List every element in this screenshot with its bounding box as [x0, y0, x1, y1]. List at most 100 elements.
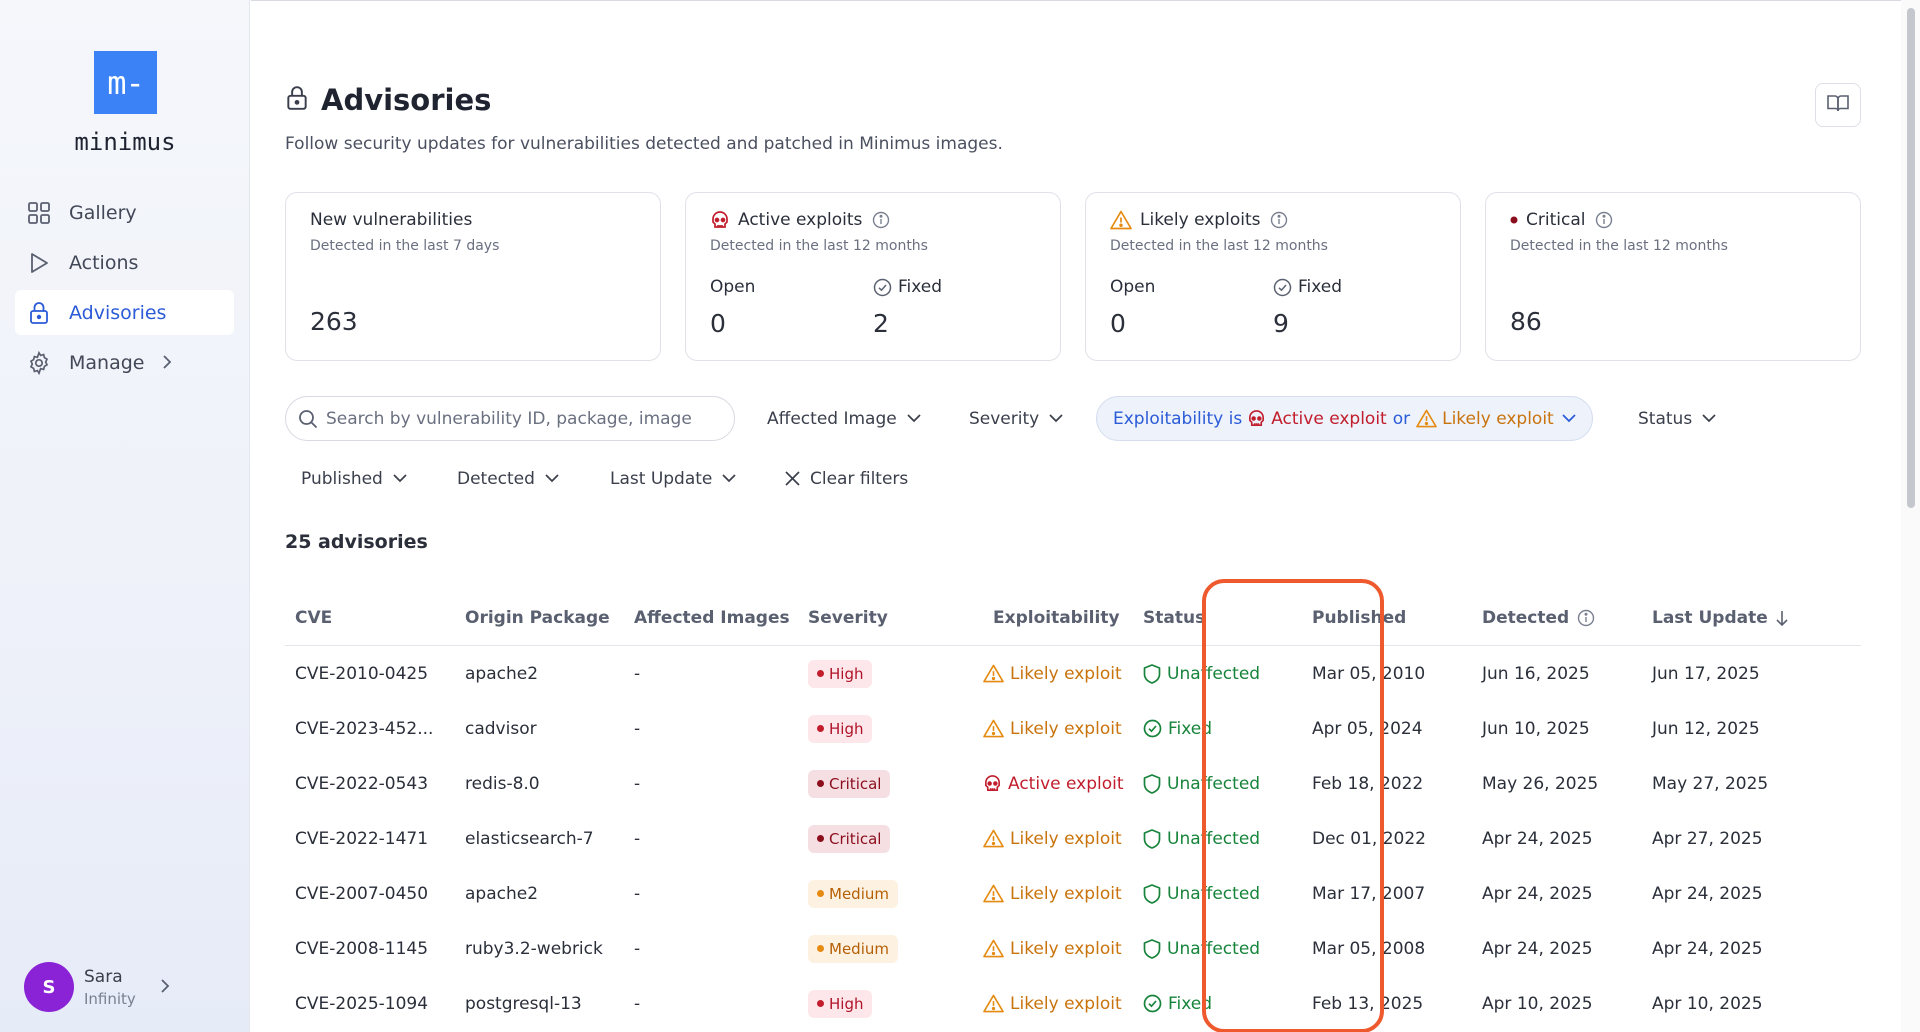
filter-likely-exploit: Likely exploit: [1442, 408, 1554, 429]
origin-package: postgresql-13: [465, 993, 582, 1014]
detected-date: Apr 24, 2025: [1482, 938, 1593, 959]
info-icon[interactable]: [1595, 211, 1613, 229]
search-input[interactable]: [326, 408, 716, 429]
open-value: 0: [710, 309, 726, 338]
severity-badge: High: [808, 659, 873, 688]
filter-label: Detected: [457, 468, 535, 489]
affected-images: -: [634, 993, 641, 1014]
scrollbar-thumb[interactable]: [1907, 8, 1915, 508]
warning-icon: [1110, 210, 1132, 230]
info-icon[interactable]: [1270, 211, 1288, 229]
sidebar-item-advisories[interactable]: Advisories: [15, 290, 234, 335]
info-icon[interactable]: [1577, 609, 1595, 627]
table-row[interactable]: CVE-2022-0543 redis-8.0 - Critical Active ex…: [285, 756, 1861, 811]
severity-dot-icon: [817, 835, 824, 842]
grid-icon: [27, 201, 51, 225]
cve-id[interactable]: CVE-2022-0543: [285, 774, 455, 794]
clear-filters-button[interactable]: Clear filters: [769, 456, 924, 501]
info-icon[interactable]: [872, 211, 890, 229]
card-new-vulnerabilities[interactable]: New vulnerabilities Detected in the last…: [285, 192, 661, 361]
column-header-origin-package[interactable]: Origin Package: [455, 608, 624, 628]
card-subtitle: Detected in the last 12 months: [1110, 238, 1328, 254]
cve-id[interactable]: CVE-2023-452...: [285, 719, 455, 739]
card-likely-exploits[interactable]: Likely exploits Detected in the last 12 …: [1085, 192, 1461, 361]
detected-date: Apr 10, 2025: [1482, 993, 1593, 1014]
exploitability: Likely exploit: [983, 664, 1122, 684]
shield-icon: [1143, 828, 1161, 849]
table-row[interactable]: CVE-2022-1471 elasticsearch-7 - Critical Lik…: [285, 811, 1861, 866]
severity-dot-icon: [817, 945, 824, 952]
table-row[interactable]: CVE-2010-0425 apache2 - High Likely exploit U…: [285, 646, 1861, 701]
published-date: Mar 05, 2008: [1312, 938, 1426, 959]
sidebar-nav: Gallery Actions Advisories Manage: [15, 190, 234, 390]
cve-id[interactable]: CVE-2007-0450: [285, 884, 455, 904]
search-field[interactable]: [285, 396, 735, 441]
column-header-exploitability[interactable]: Exploitability: [963, 608, 1133, 628]
detected-date: Apr 24, 2025: [1482, 883, 1593, 904]
column-header-severity[interactable]: Severity: [798, 608, 963, 628]
affected-images: -: [634, 663, 641, 684]
skull-icon: [1247, 409, 1266, 428]
filter-detected[interactable]: Detected: [441, 456, 575, 501]
scrollbar[interactable]: [1901, 0, 1920, 1032]
shield-icon: [1143, 938, 1161, 959]
cve-id[interactable]: CVE-2008-1145: [285, 939, 455, 959]
table-row[interactable]: CVE-2025-1094 postgresql-13 - High Likely ex…: [285, 976, 1861, 1031]
cve-id[interactable]: CVE-2025-1094: [285, 994, 455, 1014]
last-update-date: Jun 17, 2025: [1652, 663, 1760, 684]
exploitability: Active exploit: [983, 774, 1124, 794]
filter-affected-image[interactable]: Affected Image: [751, 396, 937, 441]
column-header-published[interactable]: Published: [1302, 608, 1472, 628]
detected-date: May 26, 2025: [1482, 773, 1599, 794]
filter-label: Published: [301, 468, 383, 489]
filter-last-update[interactable]: Last Update: [594, 456, 752, 501]
table-row[interactable]: CVE-2008-1145 ruby3.2-webrick - Medium Likel…: [285, 921, 1861, 976]
column-header-status[interactable]: Status: [1133, 608, 1302, 628]
filter-status[interactable]: Status: [1622, 396, 1732, 441]
table-row[interactable]: CVE-2007-0450 apache2 - Medium Likely exploi…: [285, 866, 1861, 921]
sidebar-item-manage[interactable]: Manage: [15, 340, 234, 385]
severity-badge: Critical: [808, 824, 891, 853]
docs-button[interactable]: [1815, 83, 1861, 127]
avatar: S: [24, 962, 74, 1012]
filter-exploitability[interactable]: Exploitability is Active exploit or Like…: [1096, 396, 1593, 441]
published-date: Feb 18, 2022: [1312, 773, 1424, 794]
check-circle-icon: [1273, 278, 1292, 297]
filter-active-exploit: Active exploit: [1271, 408, 1387, 429]
sidebar-item-actions[interactable]: Actions: [15, 240, 234, 285]
warning-icon: [983, 939, 1004, 958]
origin-package: ruby3.2-webrick: [465, 938, 603, 959]
check-circle-icon: [1143, 994, 1162, 1013]
sidebar-item-gallery[interactable]: Gallery: [15, 190, 234, 235]
table-row[interactable]: CVE-2023-452... cadvisor - High Likely explo…: [285, 701, 1861, 756]
affected-images: -: [634, 718, 641, 739]
sort-down-icon[interactable]: [1776, 610, 1788, 626]
column-header-detected[interactable]: Detected: [1472, 608, 1642, 628]
detected-date: Apr 24, 2025: [1482, 828, 1593, 849]
column-header-cve[interactable]: CVE: [285, 608, 455, 628]
filter-published[interactable]: Published: [285, 456, 423, 501]
fixed-value: 9: [1273, 309, 1289, 338]
filter-severity[interactable]: Severity: [953, 396, 1079, 441]
logo-text: minimus: [74, 128, 176, 156]
last-update-date: Apr 27, 2025: [1652, 828, 1763, 849]
cve-id[interactable]: CVE-2010-0425: [285, 664, 455, 684]
exploitability: Likely exploit: [983, 939, 1122, 959]
user-menu[interactable]: S Sara Infinity: [24, 962, 170, 1012]
card-subtitle: Detected in the last 7 days: [310, 238, 500, 254]
shield-icon: [1143, 883, 1161, 904]
card-active-exploits[interactable]: Active exploits Detected in the last 12 …: [685, 192, 1061, 361]
status: Unaffected: [1143, 939, 1260, 959]
published-date: Mar 17, 2007: [1312, 883, 1426, 904]
card-title: Critical: [1526, 210, 1586, 230]
card-critical[interactable]: Critical Detected in the last 12 months …: [1485, 192, 1861, 361]
cve-id[interactable]: CVE-2022-1471: [285, 829, 455, 849]
column-header-affected-images[interactable]: Affected Images: [624, 608, 798, 628]
status: Fixed: [1143, 994, 1212, 1014]
affected-images: -: [634, 883, 641, 904]
sidebar: m- minimus Gallery Actions Advisories Ma…: [0, 0, 250, 1032]
logo-mark: m-: [94, 51, 157, 114]
filter-label: Last Update: [610, 468, 713, 489]
table-header: CVE Origin Package Affected Images Sever…: [285, 591, 1861, 646]
column-header-last-update[interactable]: Last Update: [1642, 608, 1812, 628]
